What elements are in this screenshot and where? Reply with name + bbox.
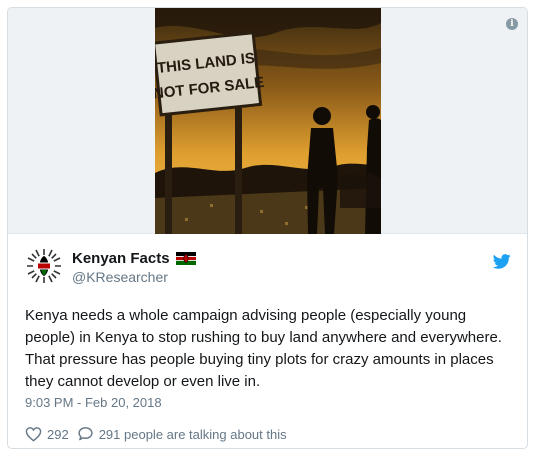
land-sign-illustration: THIS LAND IS NOT FOR SALE [155, 8, 381, 234]
tweet-media-image[interactable]: THIS LAND IS NOT FOR SALE [155, 8, 381, 234]
author-display-name[interactable]: Kenyan Facts [72, 250, 170, 267]
talking-about-text: 291 people are talking about this [98, 426, 287, 442]
kenya-flag-icon [175, 252, 196, 265]
avatar[interactable] [25, 247, 63, 285]
twitter-icon[interactable] [492, 254, 511, 269]
like-count: 292 [47, 426, 69, 442]
kenya-shield-logo [27, 249, 61, 283]
author-handle[interactable]: @KResearcher [72, 269, 168, 285]
reply-icon [78, 427, 93, 441]
tweet-actions: 292 291 people are talking about this [25, 426, 287, 442]
tweet-media-area: THIS LAND IS NOT FOR SALE i [8, 8, 527, 234]
tweet-header: Kenyan Facts @KResearcher [25, 247, 515, 293]
embedded-tweet-card[interactable]: THIS LAND IS NOT FOR SALE i Kenyan Facts… [7, 7, 528, 449]
tweet-text: Kenya needs a whole campaign advising pe… [25, 307, 502, 390]
like-button[interactable]: 292 [25, 426, 69, 442]
info-icon[interactable]: i [506, 18, 518, 30]
tweet-timestamp[interactable]: 9:03 PM - Feb 20, 2018 [25, 395, 162, 410]
heart-icon [25, 427, 42, 442]
reply-button[interactable]: 291 people are talking about this [77, 426, 287, 442]
